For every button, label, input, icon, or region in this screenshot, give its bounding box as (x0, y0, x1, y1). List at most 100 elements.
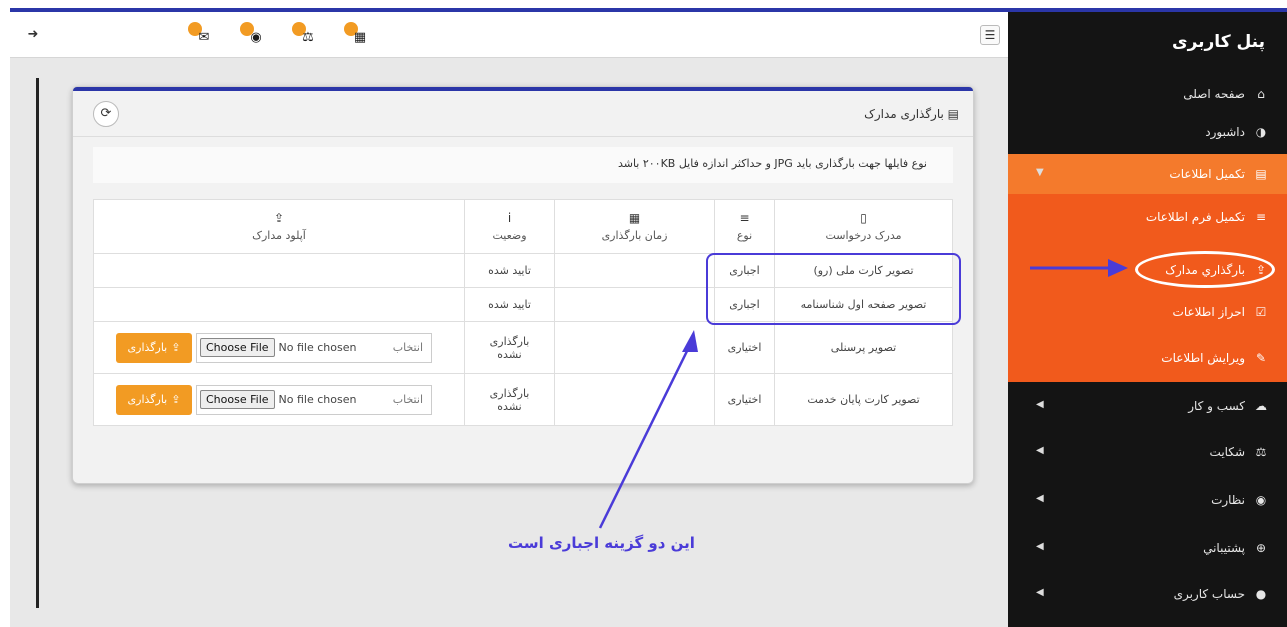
sidebar-item-home[interactable]: ⌂ صفحه اصلی (1008, 74, 1287, 114)
top-navbar: ➜ ✉ ◉ ⚖ ▦ ☰ (10, 12, 1008, 58)
sidebar-item-edit-info[interactable]: ✎ ویرایش اطلاعات (1008, 339, 1287, 377)
header-status-text: وضعیت (492, 229, 527, 242)
sidebar-item-supervision[interactable]: ◉ نظارت ◀ (1008, 480, 1287, 520)
highlight-oval (1135, 251, 1275, 288)
table-header-row: ▯ مدرک درخواست ≡ نوع ▦ زمان بارگذاری i وضعیت… (93, 199, 953, 254)
id-card-icon: ▤ (943, 107, 959, 121)
header-status: i وضعیت (464, 199, 555, 254)
sidebar: پنل کاربری ⌂ صفحه اصلی ◑ داشبورد ▤ تکمیل اط… (1008, 12, 1287, 627)
no-file-text: No file chosen (278, 393, 357, 406)
sidebar-item-label: ویرایش اطلاعات (1161, 351, 1245, 365)
cell-status: تایید شده (464, 287, 555, 322)
header-time: ▦ زمان بارگذاری (554, 199, 715, 254)
cell-time (554, 253, 715, 288)
id-card-icon: ▤ (1255, 167, 1267, 181)
cell-status: بارگذاری نشده (464, 373, 555, 426)
sidebar-item-dashboard[interactable]: ◑ داشبورد (1008, 112, 1287, 152)
cell-time (554, 321, 715, 374)
header-upload: ⇪ آپلود مدارک (93, 199, 465, 254)
choose-file-button[interactable]: Choose File (200, 390, 275, 409)
sidebar-item-label: صفحه اصلی (1183, 87, 1245, 101)
upload-button-label: بارگذاری (127, 341, 168, 354)
file-notice: نوع فایلها جهت بارگذاری باید JPG و حداکث… (93, 147, 953, 183)
header-type-text: نوع (736, 229, 753, 242)
cloud-icon: ☁ (1255, 399, 1267, 413)
panel-title: ▤ بارگذاری مدارک (864, 107, 959, 121)
upload-icon: ⇪ (273, 211, 285, 225)
sidebar-item-business[interactable]: ☁ کسب و کار ◀ (1008, 386, 1287, 426)
menu-toggle-icon[interactable]: ☰ (980, 25, 1000, 45)
info-icon: i (507, 211, 512, 225)
support-icon[interactable]: ◉ (240, 22, 266, 48)
panel-title-text: بارگذاری مدارک (864, 107, 944, 121)
calendar-icon: ▦ (628, 211, 641, 225)
caret-left-icon: ◀ (1036, 493, 1044, 504)
upload-icon: ⇪ (171, 393, 181, 406)
list-icon: ≡ (739, 211, 750, 225)
panel-header: ▤ بارگذاری مدارک ⟳ (73, 91, 973, 137)
refresh-icon[interactable]: ⟳ (93, 101, 119, 127)
caret-left-icon: ◀ (1036, 399, 1044, 410)
header-time-text: زمان بارگذاری (601, 229, 668, 242)
cell-type: اختیاری (714, 321, 775, 374)
sidebar-item-support[interactable]: ⊕ پشتيباني ◀ (1008, 528, 1287, 568)
cell-document: تصویر پرسنلی (774, 321, 953, 374)
sidebar-item-label: حساب کاربری (1173, 587, 1245, 601)
cell-upload: ⇪ بارگذاری Choose File No file chosen انت… (93, 373, 465, 426)
sidebar-item-label: شکایت (1209, 445, 1245, 459)
eye-icon: ◉ (1255, 493, 1267, 507)
caret-left-icon: ◀ (1036, 445, 1044, 456)
caret-left-icon: ◀ (1036, 541, 1044, 552)
home-icon: ⌂ (1257, 87, 1265, 101)
header-type: ≡ نوع (714, 199, 775, 254)
cell-upload (93, 253, 465, 288)
scale-icon[interactable]: ⚖ (292, 22, 318, 48)
sidebar-item-label: پشتيباني (1203, 541, 1245, 555)
upload-icon: ⇪ (171, 341, 181, 354)
sidebar-item-complete-info[interactable]: ▤ تکمیل اطلاعات ▼ (1008, 154, 1287, 194)
file-placeholder: انتخاب (392, 393, 423, 406)
scroll-track (36, 78, 39, 608)
sidebar-item-account[interactable]: ● حساب کاربری ◀ (1008, 574, 1287, 614)
annotation-label: این دو گزینه اجباری است (508, 534, 695, 552)
cell-document: تصویر کارت پایان خدمت (774, 373, 953, 426)
cell-time (554, 373, 715, 426)
cell-status: بارگذاری نشده (464, 321, 555, 374)
table-row: تصویر پرسنلی اختیاری بارگذاری نشده ⇪ بارگ… (93, 321, 953, 374)
upload-button-label: بارگذاری (127, 393, 168, 406)
file-icon: ▯ (860, 211, 867, 225)
upload-button[interactable]: ⇪ بارگذاری (116, 384, 192, 415)
edit-icon: ✎ (1255, 351, 1267, 365)
dashboard-icon: ◑ (1255, 125, 1267, 139)
file-input[interactable]: Choose File No file chosen انتخاب (196, 384, 432, 415)
table-row: تصویر کارت پایان خدمت اختیاری بارگذاری ن… (93, 373, 953, 426)
calendar-check-icon[interactable]: ▦ (344, 22, 370, 48)
mail-icon[interactable]: ✉ (188, 22, 214, 48)
sidebar-item-label: نظارت (1211, 493, 1245, 507)
header-document: ▯ مدرک درخواست (774, 199, 953, 254)
no-file-text: No file chosen (278, 341, 357, 354)
life-ring-icon: ⊕ (1255, 541, 1267, 555)
choose-file-button[interactable]: Choose File (200, 338, 275, 357)
check-square-icon: ☑ (1255, 305, 1267, 319)
sidebar-item-label: داشبورد (1205, 125, 1245, 139)
sidebar-item-complaint[interactable]: ⚖ شکایت ◀ (1008, 432, 1287, 472)
scale-icon: ⚖ (1255, 445, 1267, 459)
logout-icon[interactable]: ➜ (24, 26, 42, 44)
sidebar-item-label: تکمیل اطلاعات (1169, 167, 1245, 181)
sidebar-item-label: احراز اطلاعات (1172, 305, 1245, 319)
upload-button[interactable]: ⇪ بارگذاری (116, 332, 192, 363)
list-icon: ≡ (1255, 210, 1267, 224)
caret-down-icon: ▼ (1036, 167, 1044, 178)
caret-left-icon: ◀ (1036, 587, 1044, 598)
cell-upload (93, 287, 465, 322)
upload-control: ⇪ بارگذاری Choose File No file chosen انت… (94, 384, 464, 415)
file-placeholder: انتخاب (392, 341, 423, 354)
sidebar-item-info-form[interactable]: ≡ تکمیل فرم اطلاعات (1008, 198, 1287, 236)
sidebar-item-label: تکمیل فرم اطلاعات (1145, 210, 1245, 224)
header-upload-text: آپلود مدارک (252, 229, 306, 242)
cell-upload: ⇪ بارگذاری Choose File No file chosen انت… (93, 321, 465, 374)
sidebar-item-verify-info[interactable]: ☑ احراز اطلاعات (1008, 293, 1287, 331)
cell-type: اختیاری (714, 373, 775, 426)
file-input[interactable]: Choose File No file chosen انتخاب (196, 332, 432, 363)
